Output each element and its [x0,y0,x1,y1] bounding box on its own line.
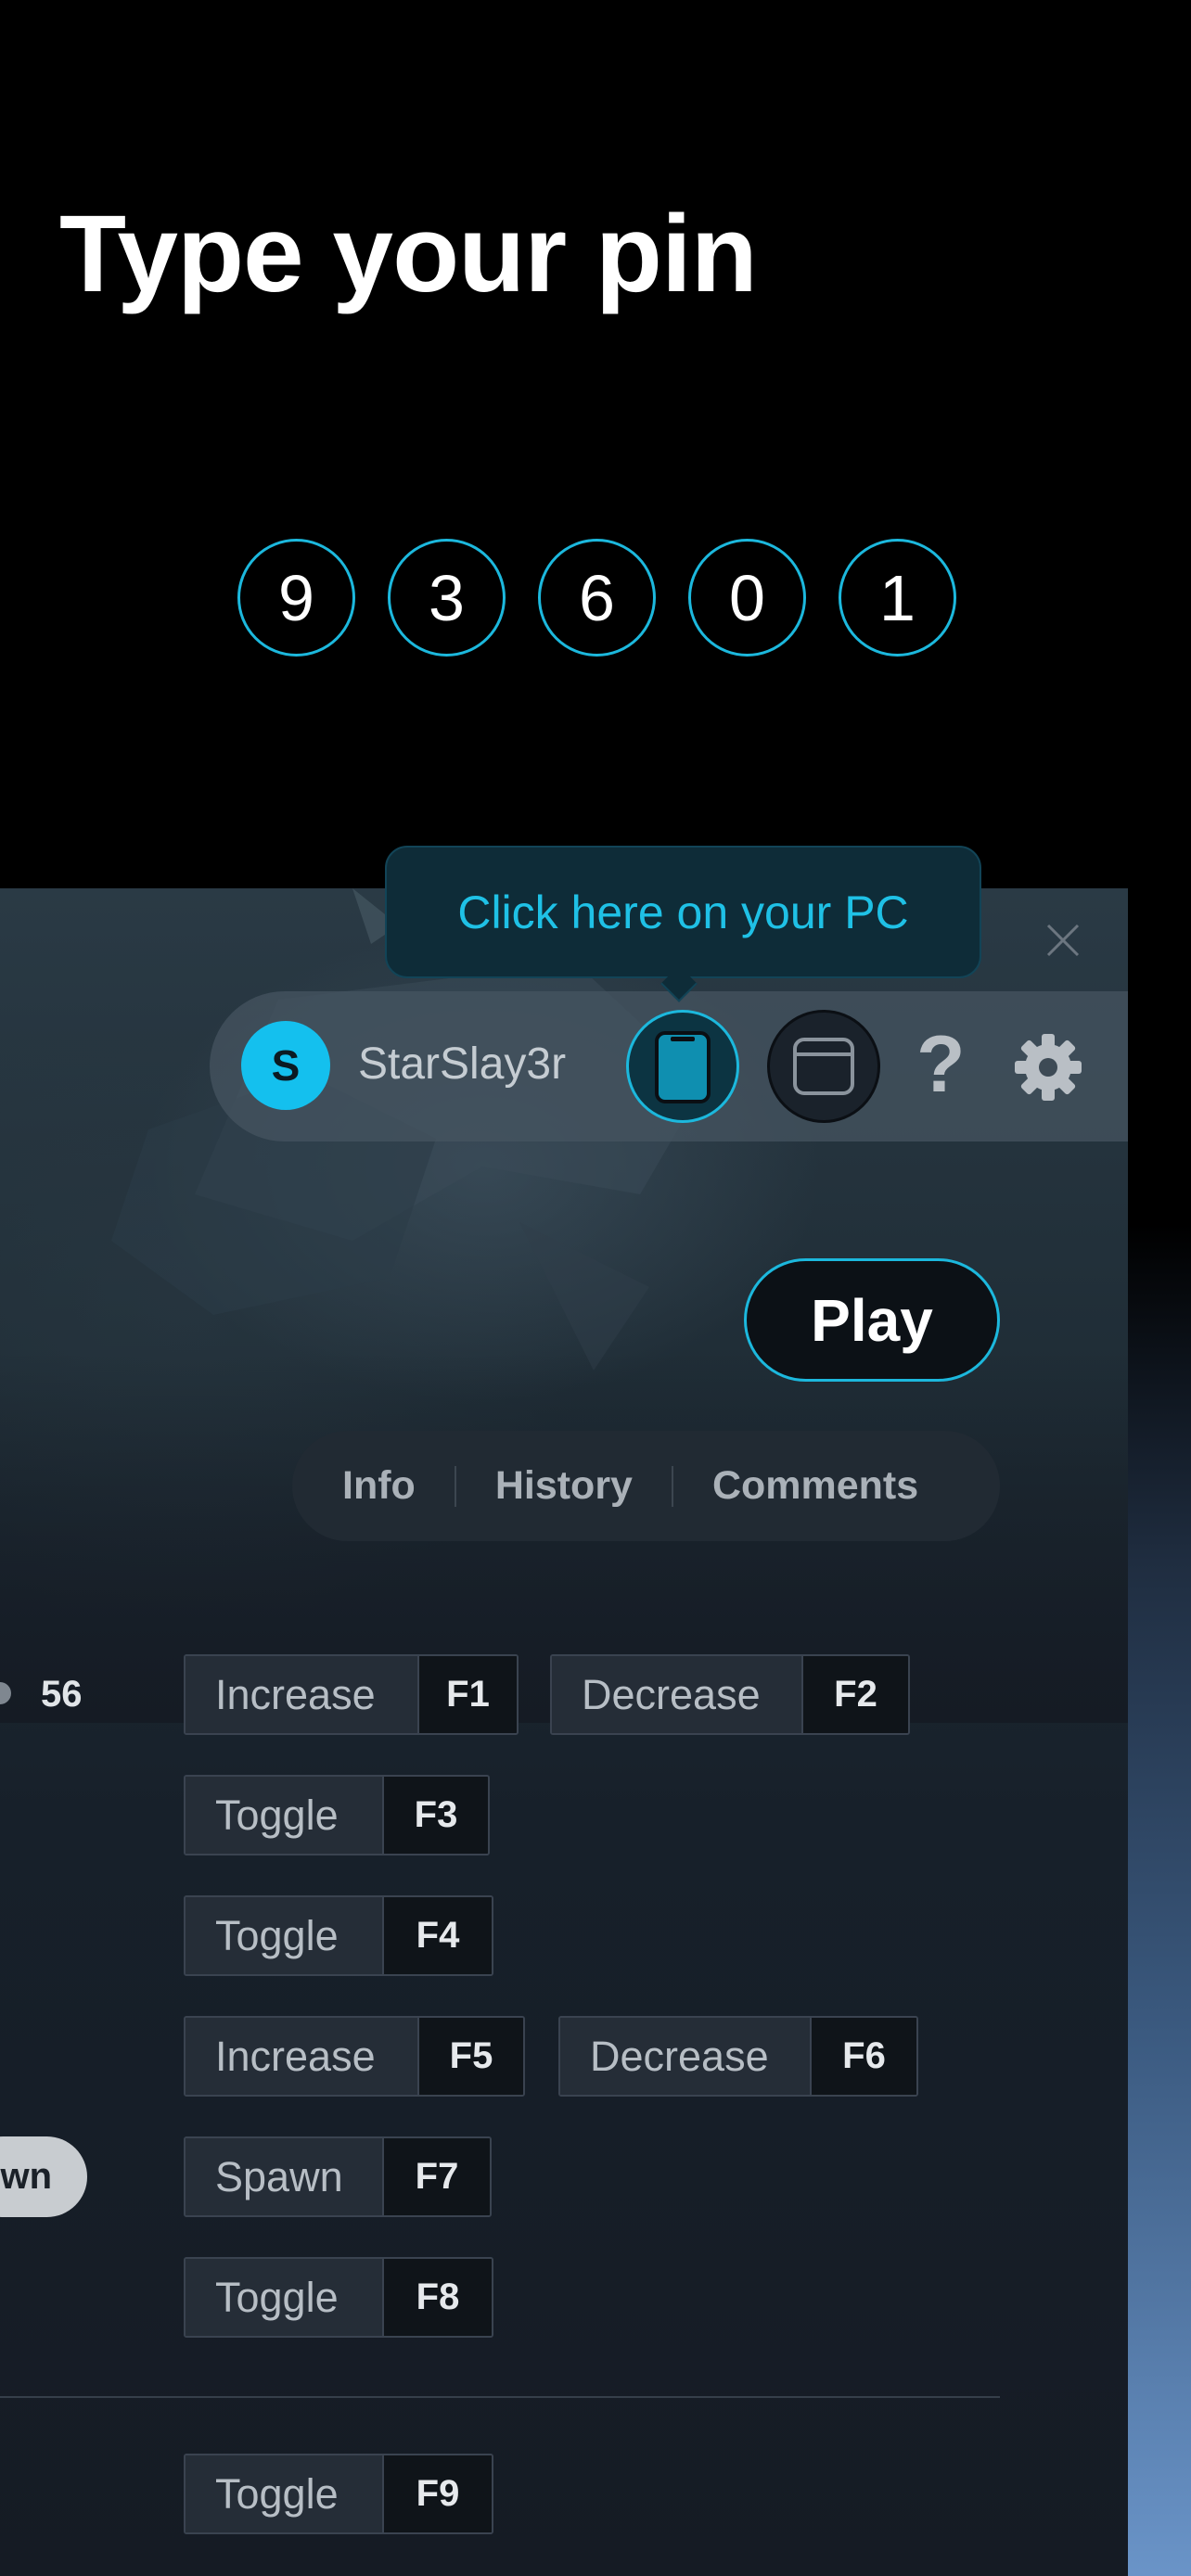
hotkey-increase-button[interactable]: Increase F1 [184,1654,519,1735]
tab-history[interactable]: History [495,1463,633,1509]
hotkey-key: F2 [801,1656,908,1733]
gear-icon[interactable] [1013,1032,1083,1103]
hotkey-label: Toggle [186,1777,382,1854]
hotkey-decrease-button[interactable]: Decrease F6 [558,2016,918,2097]
hotkey-toggle-button[interactable]: Toggle F9 [184,2454,493,2534]
hotkey-label: Toggle [186,2455,382,2532]
hotkey-key: F5 [417,2018,523,2095]
close-icon[interactable] [1041,918,1085,963]
control-row: Spawn F7 [184,2136,492,2217]
help-icon[interactable]: ? [916,1025,966,1104]
pin-digit: 9 [237,539,355,657]
control-row: Increase F5 Decrease F6 [184,2016,918,2097]
pin-display: 9 3 6 0 1 [237,539,956,657]
hotkey-label: Toggle [186,1897,382,1974]
spawn-button-partial[interactable]: wn [0,2136,87,2217]
hotkey-key: F7 [382,2138,490,2215]
hotkey-label: Toggle [186,2259,382,2336]
hotkey-increase-button[interactable]: Increase F5 [184,2016,525,2097]
phone-icon [655,1031,711,1103]
hotkey-label: Spawn [186,2138,382,2215]
hotkey-key: F6 [810,2018,916,2095]
username: StarSlay3r [358,1039,567,1089]
tab-bar: Info History Comments [292,1431,1000,1541]
desktop-mode-button[interactable] [767,1010,880,1123]
play-button[interactable]: Play [744,1258,1000,1382]
hotkey-label: Increase [186,1656,417,1733]
control-row: Increase F1 Decrease F2 [184,1654,910,1735]
pin-digit: 0 [688,539,806,657]
pin-digit: 1 [839,539,956,657]
tab-divider [671,1465,673,1507]
hotkey-key: F3 [382,1777,488,1854]
hotkey-key: F8 [382,2259,492,2336]
hotkey-key: F4 [382,1897,492,1974]
tab-info[interactable]: Info [342,1463,416,1509]
section-divider [0,2396,1000,2398]
hotkey-key: F9 [382,2455,492,2532]
pc-hint-tooltip: Click here on your PC [385,846,981,978]
hotkey-toggle-button[interactable]: Toggle F4 [184,1895,493,1976]
hotkey-label: Decrease [552,1656,801,1733]
avatar: S [241,1021,330,1110]
hotkey-label: Decrease [560,2018,810,2095]
background-glow [1128,1224,1191,2576]
pin-digit: 3 [388,539,506,657]
control-row: Toggle F4 [184,1895,493,1976]
tab-comments[interactable]: Comments [712,1463,918,1509]
hotkey-toggle-button[interactable]: Toggle F3 [184,1775,490,1855]
page-title: Type your pin [59,193,758,315]
phone-mode-button[interactable] [626,1010,739,1123]
hotkey-toggle-button[interactable]: Toggle F8 [184,2257,493,2338]
hotkey-key: F1 [417,1656,517,1733]
hotkey-label: Increase [186,2018,417,2095]
control-row: Toggle F9 [184,2454,493,2534]
control-row: Toggle F8 [184,2257,493,2338]
control-row: Toggle F3 [184,1775,490,1855]
hotkey-spawn-button[interactable]: Spawn F7 [184,2136,492,2217]
tab-divider [454,1465,456,1507]
window-icon [793,1038,854,1095]
slider-value: 56 [41,1674,83,1715]
hotkey-decrease-button[interactable]: Decrease F2 [550,1654,910,1735]
pin-digit: 6 [538,539,656,657]
